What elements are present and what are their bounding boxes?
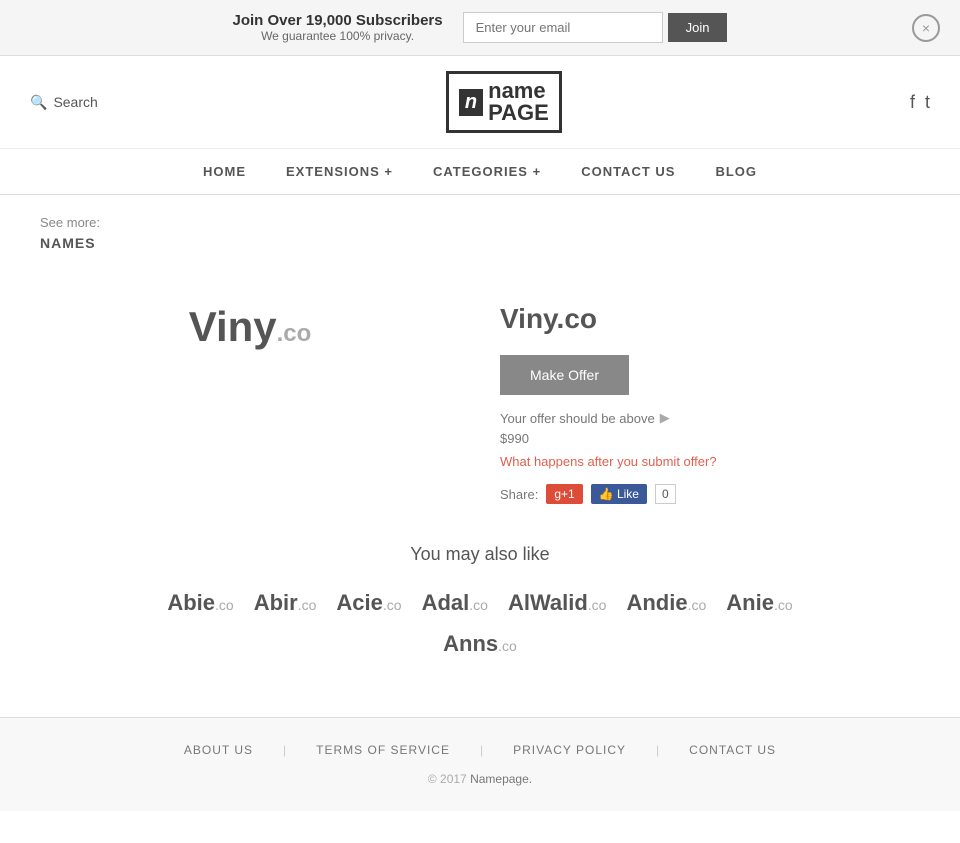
search-label: Search: [53, 94, 97, 110]
footer-link-privacy[interactable]: PRIVACY POLICY: [513, 743, 626, 757]
domain-section: Viny.co Viny.co Make Offer Your offer sh…: [40, 283, 920, 504]
copyright: © 2017 Namepage.: [20, 772, 940, 786]
similar-domain-item[interactable]: Abie.co: [167, 590, 233, 616]
footer-links: ABOUT US | TERMS OF SERVICE | PRIVACY POLICY…: [20, 743, 940, 757]
domain-preview-name: Viny: [189, 303, 277, 350]
similar-domain-item[interactable]: Anns.co: [443, 631, 517, 657]
banner-subtitle: We guarantee 100% privacy.: [233, 29, 443, 43]
gplus-button[interactable]: g+1: [546, 484, 582, 504]
footer-divider: |: [656, 743, 659, 757]
logo-box: n name PAGE: [446, 71, 562, 133]
footer-divider: |: [283, 743, 286, 757]
logo-text: name PAGE: [488, 80, 549, 124]
logo-name: name: [488, 80, 549, 102]
offer-price: $990: [500, 431, 920, 446]
fb-like-button[interactable]: 👍 Like: [591, 484, 647, 504]
domain-preview-suffix: .co: [277, 320, 312, 347]
footer: ABOUT US | TERMS OF SERVICE | PRIVACY POLICY…: [0, 717, 960, 811]
names-link[interactable]: NAMES: [40, 235, 96, 251]
facebook-icon[interactable]: f: [910, 92, 915, 113]
offer-note: Your offer should be above ▶: [500, 410, 920, 426]
similar-domain-item[interactable]: Anie.co: [726, 590, 792, 616]
footer-brand[interactable]: Namepage.: [470, 772, 532, 786]
email-input[interactable]: [463, 12, 663, 43]
search-icon: 🔍: [30, 94, 47, 111]
similar-domains-row2: Anns.co: [40, 631, 920, 657]
nav-home[interactable]: HOME: [203, 164, 246, 179]
main-content: See more: NAMES Viny.co Viny.co Make Off…: [0, 195, 960, 677]
similar-domain-item[interactable]: Abir.co: [254, 590, 317, 616]
nav: HOME EXTENSIONS + CATEGORIES + CONTACT U…: [0, 149, 960, 195]
what-happens-link[interactable]: What happens after you submit offer?: [500, 454, 920, 469]
nav-contact[interactable]: CONTACT US: [581, 164, 675, 179]
nav-blog[interactable]: BLOG: [715, 164, 757, 179]
make-offer-button[interactable]: Make Offer: [500, 355, 629, 395]
similar-domains-row1: Abie.co Abir.co Acie.co Adal.co AlWalid.co An…: [40, 590, 920, 616]
breadcrumb: See more: NAMES: [40, 215, 920, 253]
similar-section: You may also like Abie.coAbir.coAcie.coA…: [40, 544, 920, 657]
social-icons: f t: [910, 92, 930, 113]
nav-extensions[interactable]: EXTENSIONS +: [286, 164, 393, 179]
similar-title: You may also like: [40, 544, 920, 565]
see-more-label: See more:: [40, 215, 920, 230]
similar-domain-item[interactable]: Adal.co: [422, 590, 488, 616]
logo-icon: n: [459, 89, 483, 116]
top-banner: Join Over 19,000 Subscribers We guarante…: [0, 0, 960, 56]
logo-page: PAGE: [488, 102, 549, 124]
domain-preview: Viny.co: [40, 283, 460, 504]
similar-domain-item[interactable]: Acie.co: [336, 590, 401, 616]
domain-logo: Viny.co: [189, 303, 312, 351]
copyright-year: © 2017: [428, 772, 467, 786]
share-label: Share:: [500, 487, 538, 502]
footer-link-contact-us[interactable]: CONTACT US: [689, 743, 776, 757]
footer-link-about-us[interactable]: ABOUT US: [184, 743, 253, 757]
banner-title: Join Over 19,000 Subscribers: [233, 12, 443, 29]
domain-info: Viny.co Make Offer Your offer should be …: [500, 283, 920, 504]
fb-count: 0: [655, 484, 676, 504]
header: 🔍 Search n name PAGE f t: [0, 56, 960, 149]
twitter-icon[interactable]: t: [925, 92, 930, 113]
similar-domain-item[interactable]: AlWalid.co: [508, 590, 607, 616]
footer-link-terms[interactable]: TERMS OF SERVICE: [316, 743, 450, 757]
arrow-icon: ▶: [660, 410, 670, 426]
banner-text: Join Over 19,000 Subscribers We guarante…: [233, 12, 443, 43]
share-area: Share: g+1 👍 Like 0: [500, 484, 920, 504]
close-button[interactable]: ×: [912, 14, 940, 42]
footer-divider: |: [480, 743, 483, 757]
search-area[interactable]: 🔍 Search: [30, 94, 98, 111]
similar-domain-item[interactable]: Andie.co: [626, 590, 706, 616]
nav-categories[interactable]: CATEGORIES +: [433, 164, 541, 179]
join-button[interactable]: Join: [668, 13, 728, 42]
logo[interactable]: n name PAGE: [446, 71, 562, 133]
domain-full-name: Viny.co: [500, 303, 920, 335]
